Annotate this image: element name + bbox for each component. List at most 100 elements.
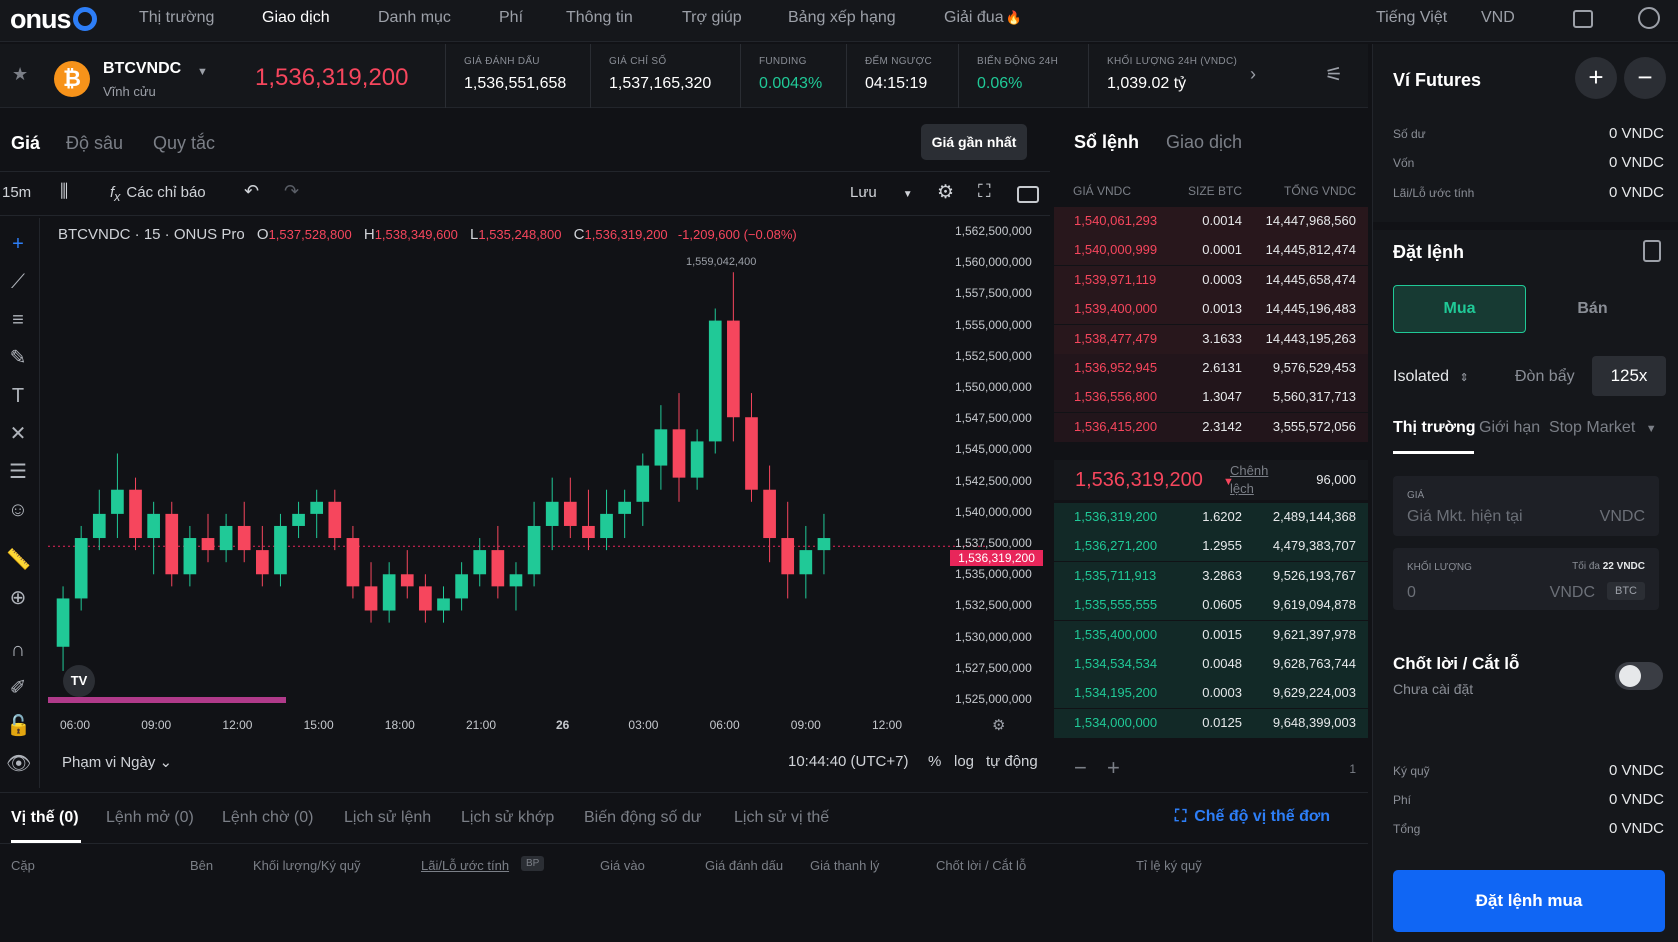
log-toggle[interactable]: log — [954, 753, 974, 770]
magnet-icon[interactable]: ∩ — [6, 638, 30, 662]
nav-portfolio[interactable]: Danh mục — [378, 9, 451, 27]
tab-open-orders[interactable]: Lệnh mở (0) — [106, 809, 194, 827]
lock-icon[interactable]: 🔓 — [6, 714, 31, 738]
percent-toggle[interactable]: % — [928, 753, 941, 770]
camera-icon[interactable] — [1017, 186, 1039, 203]
ask-row[interactable]: 1,536,415,200 2.3142 3,555,572,056 — [1054, 412, 1368, 442]
tab-order-history[interactable]: Lịch sử lệnh — [344, 809, 431, 827]
add-button[interactable]: + — [1575, 57, 1617, 99]
bid-row[interactable]: 1,534,534,534 0.0048 9,628,763,744 — [1054, 650, 1368, 679]
settings-sliders-icon[interactable]: ⚟ — [1325, 62, 1343, 87]
tab-trade-history[interactable]: Lịch sử khớp — [461, 809, 554, 827]
leverage-button[interactable]: 125x — [1592, 356, 1666, 396]
emoji-icon[interactable]: ☺ — [6, 498, 30, 522]
indicators-button[interactable]: fx Các chỉ báo — [110, 184, 206, 204]
remove-button[interactable]: − — [1624, 57, 1666, 99]
auto-toggle[interactable]: tự động — [986, 753, 1038, 770]
ask-row[interactable]: 1,538,477,479 3.1633 14,443,195,263 — [1054, 324, 1368, 354]
bp-badge[interactable]: BP — [521, 856, 545, 871]
margin-mode-select[interactable]: Isolated ⇕ — [1393, 368, 1469, 386]
tab-price[interactable]: Giá — [11, 133, 40, 154]
ticker-symbol[interactable]: BTCVNDC — [103, 60, 181, 78]
favorite-star-icon[interactable]: ★ — [12, 64, 28, 85]
buy-tab-button[interactable]: Mua — [1393, 285, 1526, 333]
tab-depth[interactable]: Độ sâu — [66, 133, 123, 154]
depth-precision[interactable]: 1 — [1349, 762, 1356, 776]
price-chart[interactable] — [48, 218, 1048, 743]
save-select[interactable]: Lưu ▼ — [850, 184, 913, 201]
tab-rules[interactable]: Quy tắc — [153, 133, 215, 154]
wallet-icon[interactable] — [1573, 10, 1593, 28]
crosshair-icon[interactable]: + — [6, 232, 30, 256]
zoom-icon[interactable]: ⊕ — [6, 586, 30, 610]
nav-market[interactable]: Thị trường — [139, 9, 214, 27]
bid-row[interactable]: 1,535,400,000 0.0015 9,621,397,978 — [1054, 620, 1368, 650]
bid-row[interactable]: 1,536,271,200 1.2955 4,479,383,707 — [1054, 532, 1368, 562]
account-icon[interactable] — [1638, 7, 1660, 29]
candle — [509, 562, 523, 611]
zoom-out-icon[interactable]: − — [1074, 755, 1087, 781]
tab-positions[interactable]: Vị thế (0) — [11, 809, 79, 827]
ask-row[interactable]: 1,540,000,999 0.0001 14,445,812,474 — [1054, 236, 1368, 266]
ask-row[interactable]: 1,536,556,800 1.3047 5,560,317,713 — [1054, 383, 1368, 413]
tab-balance-changes[interactable]: Biến động số dư — [584, 809, 701, 827]
axis-settings-icon[interactable]: ⚙ — [992, 716, 1005, 734]
ask-row[interactable]: 1,540,061,293 0.0014 14,447,968,560 — [1054, 207, 1368, 236]
ruler-icon[interactable]: 📏 — [6, 548, 31, 572]
order-type-stop[interactable]: Stop Market ▼ — [1549, 419, 1657, 437]
quantity-field[interactable]: KHỐI LƯỢNG Tối đa 22 VNDC 0 VNDC BTC — [1393, 548, 1659, 610]
range-select[interactable]: Phạm vi Ngày ⌄ — [62, 753, 172, 771]
interval-select[interactable]: 15m — [2, 184, 31, 201]
tpsl-toggle[interactable] — [1615, 662, 1663, 690]
pencil-lock-icon[interactable]: ✐ — [6, 676, 30, 700]
scroll-range-bar[interactable] — [48, 697, 286, 703]
bid-row[interactable]: 1,535,711,913 3.2863 9,526,193,767 — [1054, 561, 1368, 591]
pattern-icon[interactable]: ✕ — [6, 422, 30, 446]
tab-orderbook[interactable]: Sổ lệnh — [1074, 132, 1139, 153]
gear-icon[interactable]: ⚙ — [937, 181, 954, 204]
calculator-icon[interactable] — [1643, 240, 1661, 262]
text-tool-icon[interactable]: T — [6, 384, 30, 408]
ask-price: 1,539,400,000 — [1074, 301, 1158, 317]
nav-fee[interactable]: Phí — [499, 9, 523, 27]
tab-position-history[interactable]: Lịch sử vị thế — [734, 809, 829, 827]
single-mode-button[interactable]: ⛶ Chế độ vị thế đơn — [1175, 808, 1330, 826]
onus-logo[interactable]: onus — [10, 4, 97, 35]
order-type-limit[interactable]: Giới hạn — [1479, 419, 1540, 437]
tab-trades[interactable]: Giao dịch — [1166, 132, 1242, 153]
ask-row[interactable]: 1,539,400,000 0.0013 14,445,196,483 — [1054, 295, 1368, 325]
undo-icon[interactable]: ↶ — [244, 181, 259, 202]
chevron-down-icon[interactable]: ▼ — [197, 66, 208, 78]
trendline-icon[interactable]: ⟋ — [6, 270, 30, 294]
horizontal-lines-icon[interactable]: ≡ — [6, 308, 30, 332]
bid-row[interactable]: 1,535,555,555 0.0605 9,619,094,878 — [1054, 591, 1368, 621]
fullscreen-icon[interactable]: ⛶ — [978, 181, 991, 202]
ask-row[interactable]: 1,536,952,945 2.6131 9,576,529,453 — [1054, 354, 1368, 383]
candle-type-icon[interactable]: ⫼ — [60, 181, 68, 202]
tab-pending-orders[interactable]: Lệnh chờ (0) — [222, 809, 313, 827]
sell-tab-button[interactable]: Bán — [1526, 285, 1659, 333]
fib-icon[interactable]: ☰ — [6, 460, 30, 484]
bid-row[interactable]: 1,534,000,000 0.0125 9,648,399,003 — [1054, 708, 1368, 738]
language-select[interactable]: Tiếng Việt — [1376, 9, 1447, 27]
brush-icon[interactable]: ✎ — [6, 346, 30, 370]
tradingview-logo-icon[interactable]: TV — [63, 665, 95, 697]
last-price-button[interactable]: Giá gần nhất — [921, 124, 1027, 160]
price-field[interactable]: GIÁ Giá Mkt. hiện tại VNDC — [1393, 476, 1659, 536]
currency-select[interactable]: VND — [1481, 9, 1515, 27]
bid-row[interactable]: 1,536,319,200 1.6202 2,489,144,368 — [1054, 503, 1368, 532]
nav-ranking[interactable]: Bảng xếp hạng — [788, 9, 896, 27]
nav-help[interactable]: Trợ giúp — [682, 9, 742, 27]
bid-row[interactable]: 1,534,195,200 0.0003 9,629,224,003 — [1054, 679, 1368, 709]
nav-race[interactable]: Giải đua 🔥 — [944, 9, 1022, 27]
eye-icon[interactable]: 👁 — [6, 752, 31, 776]
nav-info[interactable]: Thông tin — [566, 9, 633, 27]
chevron-right-icon[interactable]: › — [1250, 64, 1256, 85]
redo-icon[interactable]: ↷ — [284, 181, 299, 202]
nav-trade[interactable]: Giao dịch — [262, 9, 330, 27]
qty-unit-toggle[interactable]: BTC — [1607, 582, 1645, 600]
order-type-market[interactable]: Thị trường — [1393, 419, 1476, 437]
zoom-in-icon[interactable]: + — [1107, 755, 1120, 781]
submit-buy-button[interactable]: Đặt lệnh mua — [1393, 870, 1665, 932]
ask-row[interactable]: 1,539,971,119 0.0003 14,445,658,474 — [1054, 265, 1368, 295]
